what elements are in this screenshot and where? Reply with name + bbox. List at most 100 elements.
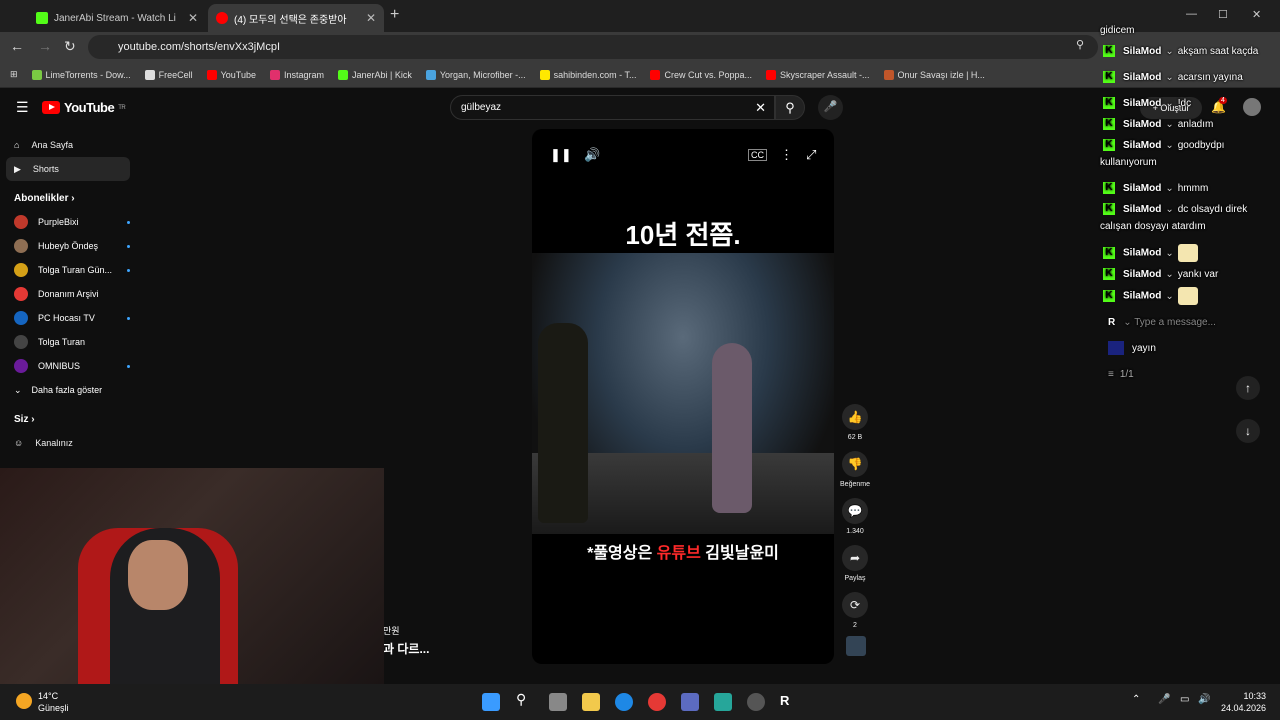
chevron-down-icon: ⌄ — [1165, 290, 1174, 302]
violinist-figure — [712, 343, 752, 513]
captions-icon[interactable]: CC — [748, 149, 767, 161]
bookmark-icon — [883, 69, 894, 80]
maximize-icon[interactable]: ☐ — [1218, 8, 1228, 21]
reload-icon[interactable]: ↻ — [64, 38, 76, 55]
bookmark-icon — [144, 69, 155, 80]
minimize-icon[interactable]: — — [1186, 8, 1197, 20]
subscription-item[interactable]: PC Hocası TV — [6, 306, 130, 330]
fullscreen-icon[interactable]: ⤢ — [806, 147, 816, 163]
r-app-icon[interactable]: R — [780, 693, 798, 711]
address-row: ← → ↻ youtube.com/shorts/envXx3jMcpI ⚲ — [0, 32, 1280, 62]
avatar — [14, 359, 28, 373]
bookmark-item[interactable]: Yorgan, Microfiber -... — [425, 69, 526, 80]
youtube-logo[interactable]: YouTube TR — [42, 100, 126, 115]
clock[interactable]: 10:33 24.04.2026 — [1218, 690, 1266, 714]
scroll-down-button[interactable]: ↓ — [1236, 419, 1260, 443]
chevron-down-icon: ⌄ — [1165, 247, 1174, 259]
tab-janerabi[interactable]: JanerAbi Stream - Watch Li ✕ — [28, 4, 206, 32]
task-view-icon[interactable] — [549, 693, 567, 711]
search-input[interactable]: gülbeyaz ✕ — [450, 95, 775, 120]
bookmark-item[interactable]: Skyscraper Assault -... — [766, 69, 870, 80]
menu-icon[interactable]: ☰ — [16, 99, 29, 116]
sidebar-item-home[interactable]: ⌂ Ana Sayfa — [6, 133, 130, 157]
subscription-item[interactable]: Donanım Arşivi — [6, 282, 130, 306]
bookmark-icon — [338, 69, 348, 80]
caption-bottom: *풀영상은 유튜브 김빛날윤미 — [587, 545, 779, 562]
emote-icon — [1177, 244, 1198, 262]
dancer-figure — [538, 323, 588, 523]
tab-close-icon[interactable]: ✕ — [366, 11, 376, 25]
speaker-icon[interactable]: 🔊 — [1198, 694, 1210, 705]
mic-icon[interactable]: 🎤 — [1158, 694, 1170, 705]
tab-youtube[interactable]: (4) 모두의 선택은 존중받아 ✕ — [208, 4, 384, 32]
bookmark-item[interactable]: LimeTorrents - Dow... — [31, 69, 131, 80]
shorts-player[interactable]: ❚❚ 🔊 CC ⋮ ⤢ 10년 전쯤. *풀영상은 유튜브 김빛날윤미 — [532, 129, 834, 664]
search-button[interactable]: ⚲ — [775, 95, 805, 120]
home-icon: ⌂ — [14, 140, 20, 150]
new-content-dot — [127, 364, 130, 368]
tab-title: (4) 모두의 선택은 존중받아 — [234, 14, 347, 26]
apps-grid-icon[interactable]: ⊞ — [10, 69, 18, 80]
pause-icon[interactable]: ❚❚ — [550, 147, 572, 163]
clear-search-icon[interactable]: ✕ — [755, 100, 766, 116]
volume-icon[interactable]: 🔊 — [584, 147, 600, 163]
bookmark-item[interactable]: JanerAbi | Kick — [338, 69, 412, 80]
steam-icon[interactable] — [747, 693, 765, 711]
start-icon[interactable] — [482, 693, 500, 711]
more-options-icon[interactable]: ⋮ — [780, 147, 793, 163]
bookmark-item[interactable]: FreeCell — [144, 69, 193, 80]
you-header[interactable]: Siz › — [6, 414, 130, 425]
overlay-text: 과 다르... — [383, 642, 430, 656]
close-window-icon[interactable]: ✕ — [1252, 8, 1261, 21]
remix-button[interactable]: ⟳ 2 — [840, 592, 870, 629]
chevron-down-icon: ⌄ — [1165, 140, 1174, 151]
bookmark-item[interactable]: sahibinden.com - T... — [539, 69, 636, 80]
subscription-item[interactable]: OMNIBUS — [6, 354, 130, 378]
search-icon[interactable]: ⚲ — [516, 691, 534, 709]
zoom-icon[interactable]: ⚲ — [1076, 38, 1084, 51]
kick-icon: K — [1103, 97, 1115, 110]
tab-title: JanerAbi Stream - Watch Li — [54, 12, 176, 24]
stream-row[interactable]: yayın — [1100, 340, 1280, 357]
back-icon[interactable]: ← — [10, 38, 24, 54]
tab-close-icon[interactable]: ✕ — [188, 11, 198, 25]
like-button[interactable]: 👍 62 B — [840, 404, 870, 441]
avatar — [14, 311, 28, 325]
sidebar-item-shorts[interactable]: ▶ Shorts — [6, 157, 130, 181]
new-tab-button[interactable]: + — [390, 6, 399, 24]
address-bar[interactable]: youtube.com/shorts/envXx3jMcpI — [88, 35, 1098, 59]
chrome-icon[interactable] — [648, 693, 666, 711]
chat-message: K SilaMod ⌄ anladım — [1100, 116, 1280, 133]
avatar — [14, 239, 28, 253]
bookmark-item[interactable]: Instagram — [269, 69, 324, 80]
sidebar-item-channel[interactable]: ☺ Kanalınız — [6, 431, 130, 455]
chat-input[interactable]: R ⌄ Type a message... — [1100, 314, 1280, 331]
youtube-play-icon — [42, 101, 60, 114]
file-explorer-icon[interactable] — [582, 693, 600, 711]
chevron-up-icon[interactable]: ⌃ — [1132, 694, 1140, 705]
subscription-item[interactable]: Tolga Turan Gün... — [6, 258, 130, 282]
remix-icon: ⟳ — [842, 592, 868, 618]
bookmark-item[interactable]: Onur Savaşı izle | H... — [883, 69, 985, 80]
comments-button[interactable]: 💬 1.340 — [840, 498, 870, 535]
subscription-item[interactable]: Tolga Turan — [6, 330, 130, 354]
sound-thumbnail[interactable] — [846, 636, 866, 656]
edge-icon[interactable] — [615, 693, 633, 711]
avatar — [14, 263, 28, 277]
bookmark-item[interactable]: YouTube — [206, 69, 256, 80]
voice-search-icon[interactable]: 🎤 — [818, 95, 843, 120]
subscription-item[interactable]: PurpleBixi — [6, 210, 130, 234]
subscription-item[interactable]: Hubeyb Öndeş — [6, 234, 130, 258]
store-icon[interactable] — [681, 693, 699, 711]
share-button[interactable]: ➦ Paylaş — [840, 545, 870, 582]
dislike-button[interactable]: 👎 Beğenme — [840, 451, 870, 488]
network-icon[interactable]: ▭ — [1180, 694, 1189, 705]
forward-icon[interactable]: → — [38, 38, 52, 54]
scroll-up-button[interactable]: ↑ — [1236, 376, 1260, 400]
chat-message: K SilaMod ⌄ !dc — [1100, 95, 1280, 112]
bookmark-item[interactable]: Crew Cut vs. Poppa... — [650, 69, 752, 80]
app-icon[interactable] — [714, 693, 732, 711]
weather-widget[interactable]: 14°C Güneşli — [14, 690, 69, 714]
show-more-button[interactable]: ⌄ Daha fazla göster — [6, 378, 130, 402]
subscriptions-header[interactable]: Abonelikler › — [6, 193, 130, 204]
